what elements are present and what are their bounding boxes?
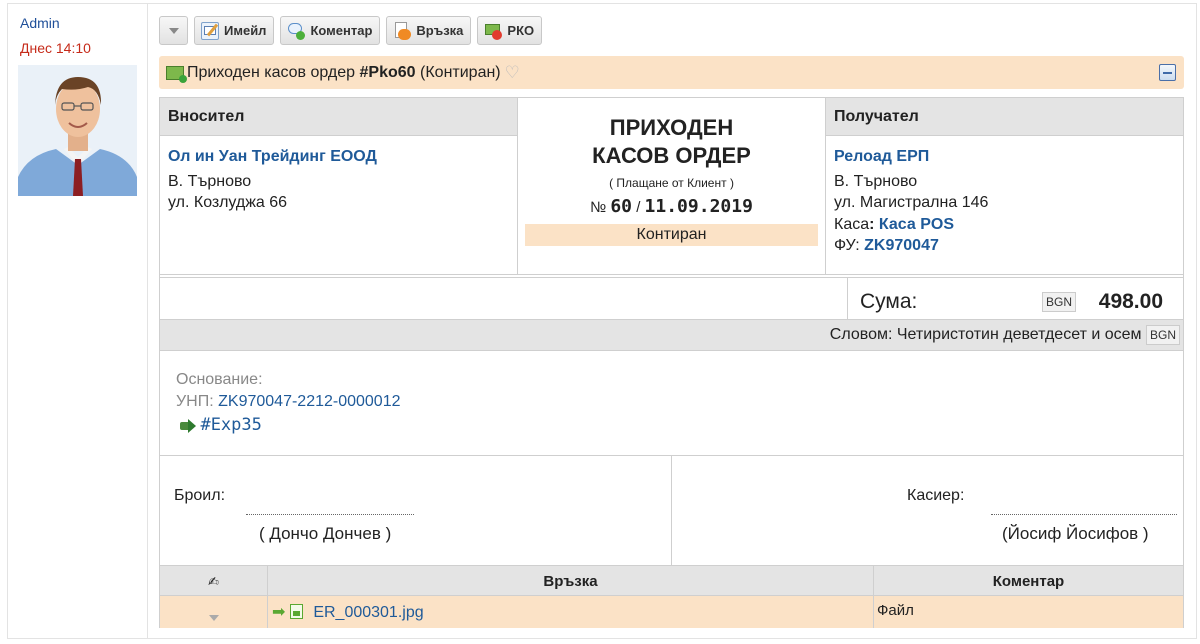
payer-block: Вносител Ол ин Уан Трейдинг ЕООД В. Търн… <box>160 98 518 274</box>
comment-icon <box>287 22 306 40</box>
payer-name-link[interactable]: Ол ин Уан Трейдинг ЕООД <box>168 145 509 168</box>
email-button[interactable]: Имейл <box>194 16 275 45</box>
file-comment: Файл <box>877 602 914 619</box>
link-button[interactable]: Връзка <box>386 16 472 45</box>
toolbar: Имейл Коментар Връзка РКО <box>159 16 543 45</box>
receiver-city: В. Търново <box>834 173 918 190</box>
amount-in-words: Словом: Четиристотин деветдесет и осем <box>829 326 1142 344</box>
edit-icon: ✍ <box>208 574 219 589</box>
compiled-by-cell: Броил: ( Дончо Дончев ) <box>160 456 672 566</box>
edit-column-header: ✍ <box>160 566 268 595</box>
payer-city: В. Търново <box>168 173 252 190</box>
cash-register-link[interactable]: Каса POS <box>879 216 954 233</box>
expense-link[interactable]: #Exp35 <box>200 415 261 435</box>
amount-label: Сума: <box>860 290 918 313</box>
row-actions-cell[interactable] <box>160 596 268 628</box>
signature-line <box>991 514 1177 515</box>
file-link[interactable]: ER_000301.jpg <box>313 604 423 621</box>
doc-title-line2: КАСОВ ОРДЕР <box>592 143 751 168</box>
image-file-icon <box>289 604 303 619</box>
receiver-name-link[interactable]: Релоад ЕРП <box>834 145 1175 168</box>
basis-block: Основание: УНП: ZK970047-2212-0000012 #E… <box>176 369 401 437</box>
title-prefix: Приходен касов ордер <box>187 63 356 81</box>
document-state: (Контиран) <box>420 63 501 81</box>
fiscal-unit-link[interactable]: ZK970047 <box>864 237 939 254</box>
cashier-name: (Йосиф Йосифов ) <box>1002 524 1149 543</box>
amount-cell: Сума: BGN 498.00 <box>847 278 1183 319</box>
avatar[interactable] <box>18 65 137 196</box>
cash-receipt-icon <box>166 65 187 83</box>
cashier-label: Касиер: <box>907 487 965 504</box>
basis-label: Основание: <box>176 371 263 388</box>
comment-column-header: Коментар <box>992 573 1065 590</box>
link-icon <box>393 21 412 40</box>
words-currency-badge: BGN <box>1145 325 1180 345</box>
cash-label: Каса <box>834 216 870 233</box>
amount-in-words-row: Словом: Четиристотин деветдесет и осем B… <box>160 319 1183 351</box>
receiver-header: Получател <box>826 98 1183 136</box>
unp-label: УНП: <box>176 393 214 410</box>
receiver-address: ул. Магистрална 146 <box>834 194 989 211</box>
payer-header: Вносител <box>160 98 517 136</box>
cash-colon: : <box>869 216 875 233</box>
chevron-down-icon[interactable] <box>208 615 219 621</box>
cash-order-document: Вносител Ол ин Уан Трейдинг ЕООД В. Търн… <box>159 97 1184 628</box>
status-badge: Контиран <box>525 224 818 246</box>
doc-number-line: № 60 / 11.09.2019 <box>518 196 825 217</box>
avatar-photo-icon <box>18 65 137 196</box>
comment-button-label: Коментар <box>310 23 373 38</box>
cash-out-icon <box>484 22 503 40</box>
expense-doc-icon <box>180 419 196 433</box>
file-cell: ➡ ER_000301.jpg <box>268 596 874 628</box>
chevron-down-icon <box>168 27 179 34</box>
number-prefix: № <box>590 199 607 216</box>
document-title-bar: Приходен касов ордер #Pko60 (Контиран) ♡ <box>159 56 1184 89</box>
receiver-block: Получател Релоад ЕРП В. Търново ул. Маги… <box>826 98 1183 274</box>
link-column-header: Връзка <box>268 566 874 595</box>
table-row: ➡ ER_000301.jpg Файл <box>160 596 1183 628</box>
email-icon <box>201 21 219 40</box>
more-actions-dropdown[interactable] <box>159 16 188 45</box>
date-separator: / <box>636 199 641 216</box>
link-button-label: Връзка <box>416 23 464 38</box>
compiled-by-name: ( Дончо Дончев ) <box>259 524 392 543</box>
amount-row: Сума: BGN 498.00 <box>160 278 1183 319</box>
post-date: Днес 14:10 <box>20 40 91 56</box>
doc-subtitle: ( Плащане от Клиент ) <box>609 176 734 190</box>
divider <box>160 274 1183 275</box>
unp-link[interactable]: ZK970047-2212-0000012 <box>218 393 400 410</box>
fu-label: ФУ: <box>834 237 860 254</box>
arrow-right-icon: ➡ <box>272 604 286 621</box>
doc-title-line1: ПРИХОДЕН <box>609 115 734 140</box>
author-column: Admin Днес 14:10 <box>7 3 148 639</box>
compiled-by-label: Броил: <box>174 487 226 504</box>
files-table: ✍ Връзка Коментар ➡ ER_000301.jpg Файл <box>160 566 1183 628</box>
signature-line <box>246 514 414 515</box>
doc-date: 11.09.2019 <box>644 196 753 217</box>
cash-out-button-label: РКО <box>507 23 535 38</box>
cash-out-button[interactable]: РКО <box>477 16 543 45</box>
amount-currency-badge: BGN <box>1042 292 1077 312</box>
payer-address: ул. Козлуджа 66 <box>168 194 288 211</box>
author-name-link[interactable]: Admin <box>20 15 60 31</box>
comment-button[interactable]: Коментар <box>280 16 381 45</box>
doc-number: 60 <box>610 196 633 217</box>
document-heading-block: ПРИХОДЕН КАСОВ ОРДЕР ( Плащане от Клиент… <box>518 98 826 274</box>
collapse-icon[interactable] <box>1159 64 1176 81</box>
document-handle: #Pko60 <box>359 63 416 81</box>
files-table-header: ✍ Връзка Коментар <box>160 566 1183 596</box>
email-button-label: Имейл <box>224 23 267 38</box>
amount-value: 498.00 <box>1098 290 1163 313</box>
signatures-row: Броил: ( Дончо Дончев ) Касиер: (Йосиф Й… <box>160 455 1183 566</box>
favorite-heart-icon[interactable]: ♡ <box>505 63 520 83</box>
